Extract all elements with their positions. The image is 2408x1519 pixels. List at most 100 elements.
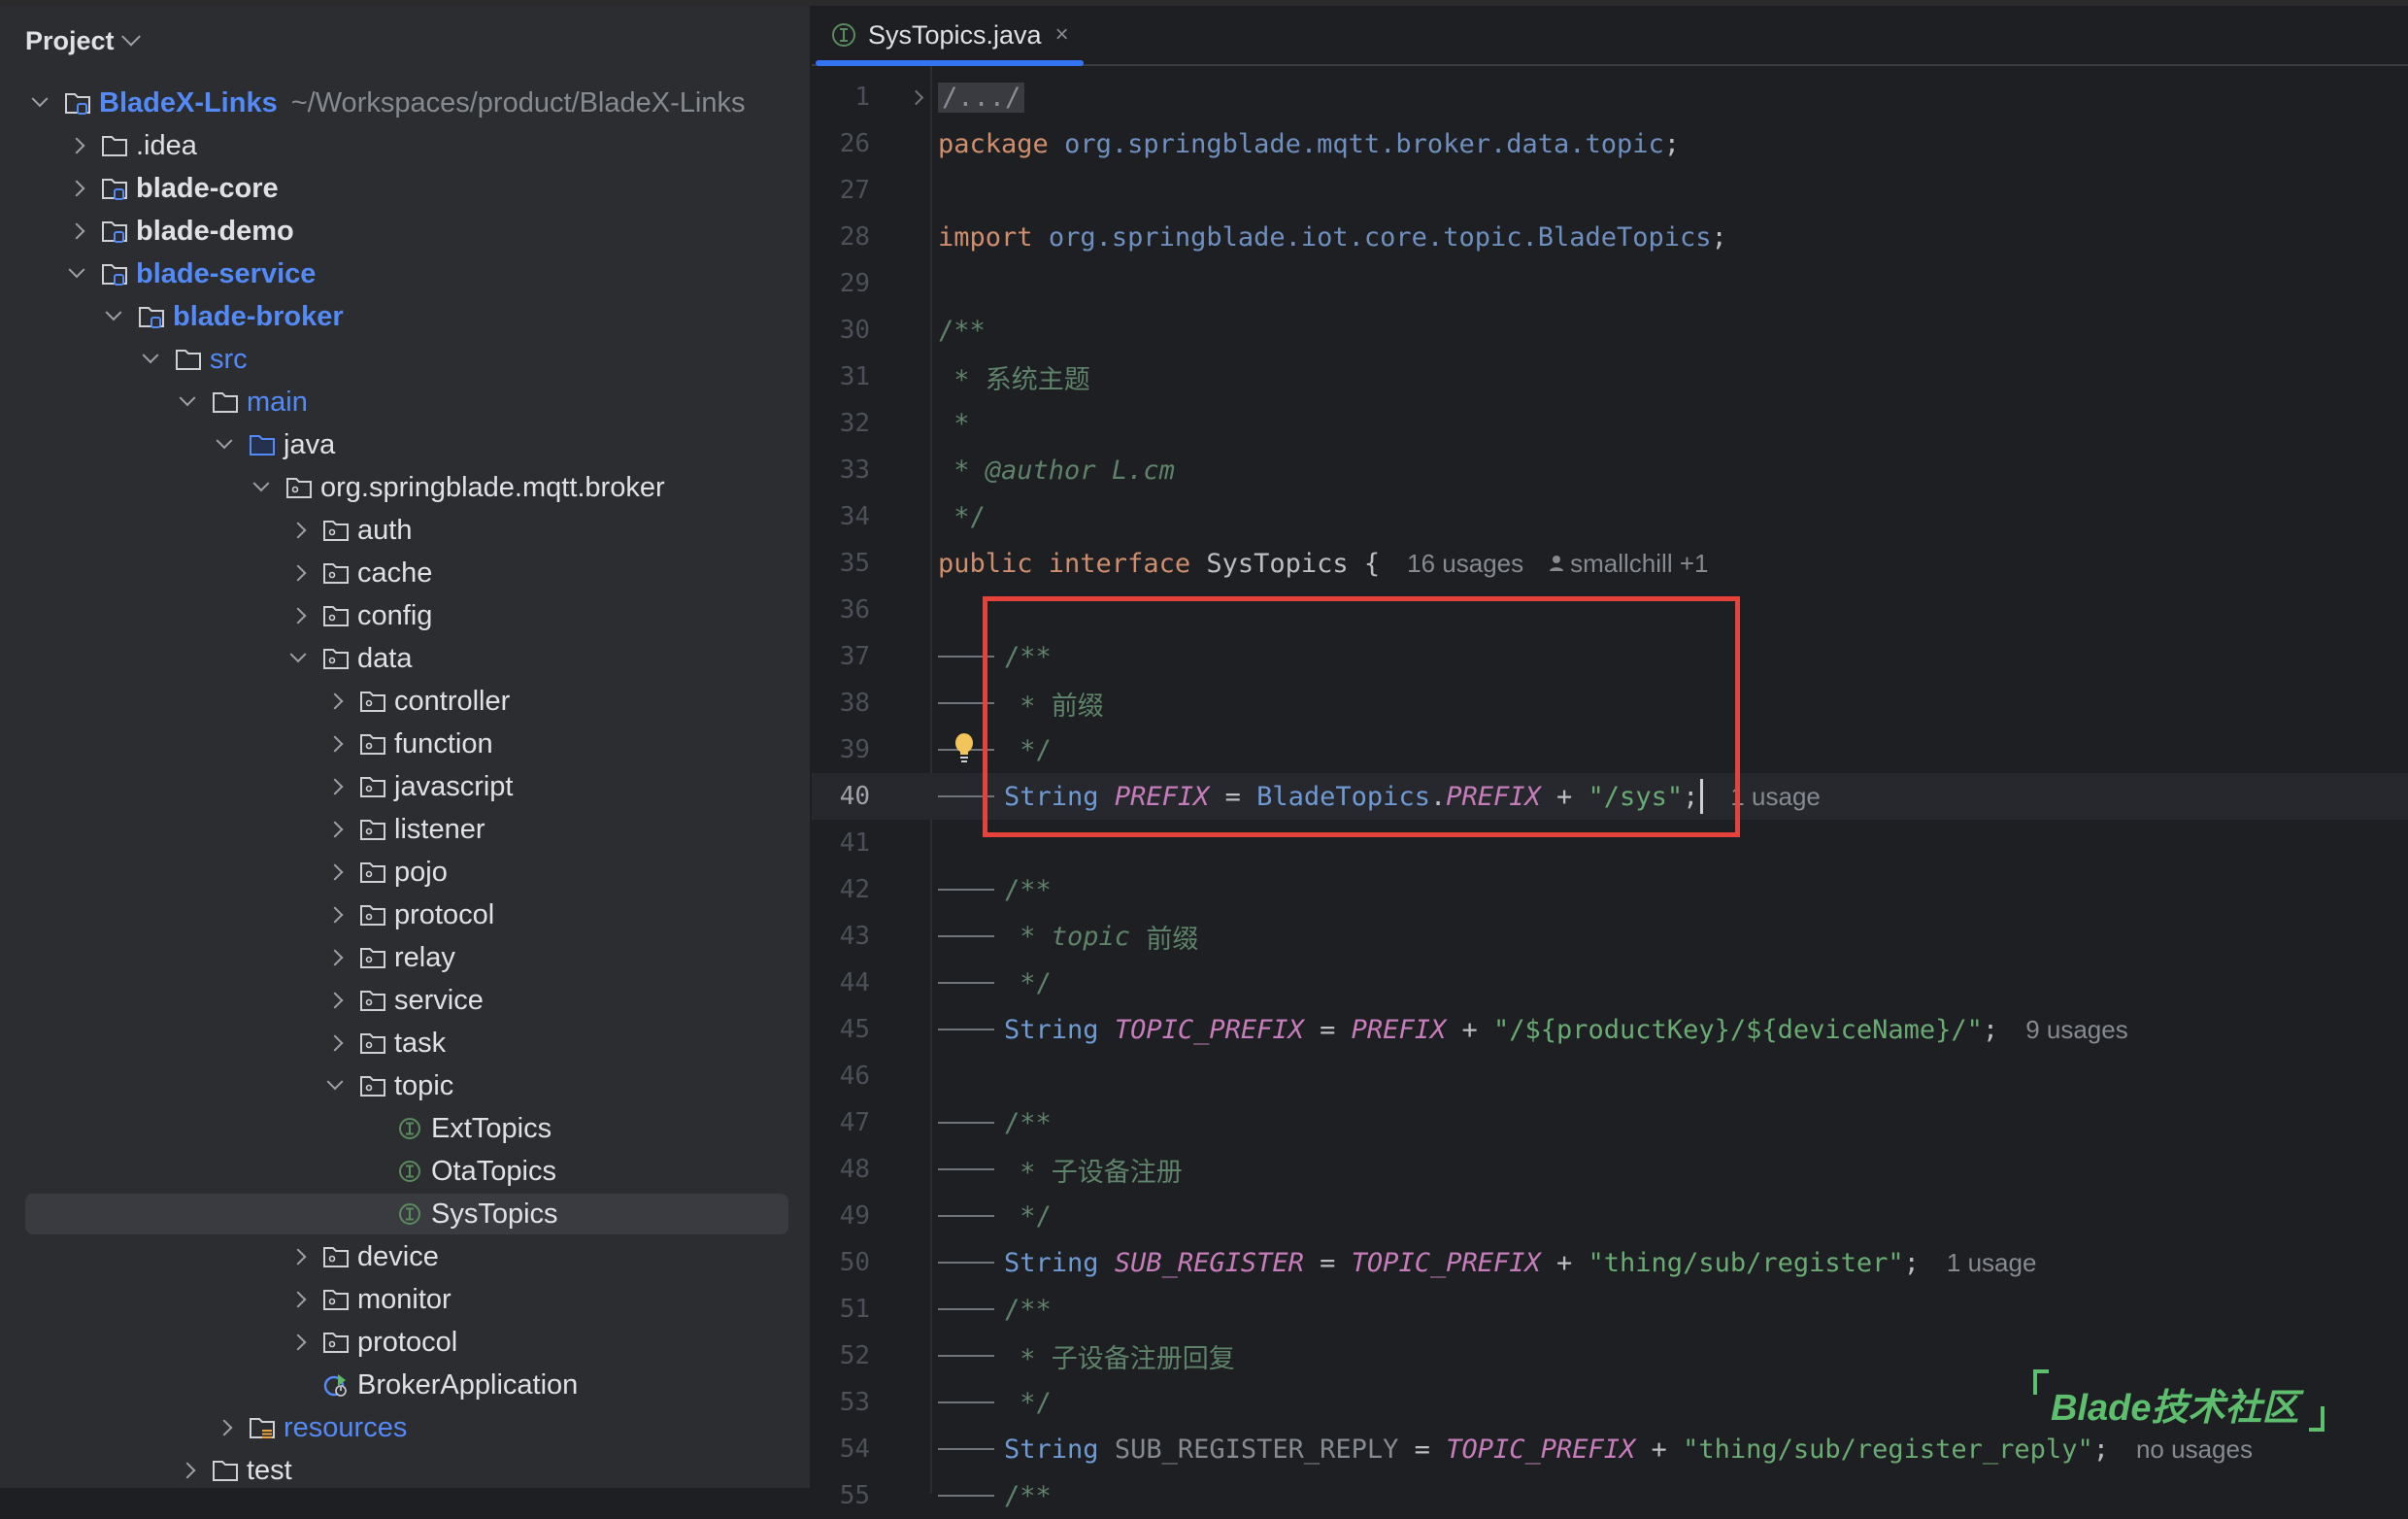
- tree-item-task[interactable]: task: [0, 1022, 810, 1064]
- code-line[interactable]: 33 * @author L.cm: [812, 447, 2408, 493]
- tree-item-test[interactable]: test: [0, 1449, 810, 1492]
- lightbulb-icon[interactable]: [953, 732, 975, 765]
- usages-inlay-hint[interactable]: 9 usages: [2025, 1015, 2128, 1045]
- code-line[interactable]: 38 * 前缀: [812, 680, 2408, 726]
- tree-item-protocol[interactable]: protocol: [0, 1321, 810, 1364]
- close-tab-icon[interactable]: ×: [1055, 21, 1069, 49]
- tree-item-java[interactable]: java: [0, 423, 810, 466]
- code-area[interactable]: 1 /.../ 26 package org.springblade.mqtt.bro…: [812, 74, 2408, 1519]
- tree-item-src[interactable]: src: [0, 338, 810, 381]
- folded-region[interactable]: /.../: [938, 82, 1025, 113]
- code-line[interactable]: 51 /**: [812, 1286, 2408, 1333]
- chevron-right-icon[interactable]: [324, 733, 346, 755]
- tree-item-monitor[interactable]: monitor: [0, 1278, 810, 1321]
- tree-item-data[interactable]: data: [0, 637, 810, 680]
- tree-item-brokerapplication[interactable]: BrokerApplication: [0, 1364, 810, 1406]
- code-line[interactable]: 41: [812, 820, 2408, 866]
- chevron-right-icon[interactable]: [66, 220, 87, 242]
- code-line[interactable]: 30 /**: [812, 307, 2408, 354]
- code-line[interactable]: 27: [812, 167, 2408, 214]
- chevron-right-icon[interactable]: [324, 904, 346, 926]
- chevron-right-icon[interactable]: [287, 562, 309, 584]
- chevron-right-icon[interactable]: [177, 1460, 198, 1481]
- chevron-right-icon[interactable]: [324, 776, 346, 797]
- code-line[interactable]: 34 */: [812, 493, 2408, 540]
- chevron-down-icon[interactable]: [251, 477, 272, 498]
- code-line[interactable]: 32 *: [812, 400, 2408, 447]
- code-line[interactable]: 35 public interface SysTopics {16 usages s…: [812, 540, 2408, 587]
- tree-item-blade-demo[interactable]: blade-demo: [0, 210, 810, 253]
- tree-item-blade-core[interactable]: blade-core: [0, 167, 810, 210]
- chevron-right-icon[interactable]: [324, 1032, 346, 1054]
- usages-inlay-hint[interactable]: 16 usages: [1407, 549, 1523, 579]
- usages-inlay-hint[interactable]: 1 usage: [1947, 1248, 2037, 1278]
- chevron-right-icon[interactable]: [287, 605, 309, 626]
- tree-item-auth[interactable]: auth: [0, 509, 810, 552]
- chevron-down-icon[interactable]: [140, 349, 161, 370]
- code-line[interactable]: 37 /**: [812, 633, 2408, 680]
- chevron-down-icon[interactable]: [66, 263, 87, 285]
- tree-item-service[interactable]: service: [0, 979, 810, 1022]
- usages-inlay-hint[interactable]: no usages: [2136, 1435, 2253, 1465]
- code-line[interactable]: 1 /.../: [812, 74, 2408, 120]
- code-line[interactable]: 28 import org.springblade.iot.core.topic.…: [812, 214, 2408, 260]
- tree-item-blade-broker[interactable]: blade-broker: [0, 295, 810, 338]
- tree-item-protocol[interactable]: protocol: [0, 894, 810, 936]
- code-line[interactable]: 36: [812, 587, 2408, 633]
- code-line[interactable]: 55 /**: [812, 1472, 2408, 1519]
- code-line[interactable]: 49 */: [812, 1193, 2408, 1239]
- chevron-right-icon[interactable]: [287, 1332, 309, 1353]
- code-line[interactable]: 48 * 子设备注册: [812, 1146, 2408, 1193]
- code-line[interactable]: 40 String PREFIX = BladeTopics. PREFIX + "…: [812, 773, 2408, 820]
- code-line[interactable]: 44 */: [812, 960, 2408, 1006]
- chevron-right-icon[interactable]: [324, 990, 346, 1011]
- chevron-down-icon[interactable]: [29, 92, 50, 114]
- chevron-right-icon[interactable]: [287, 1246, 309, 1267]
- tree-item-config[interactable]: config: [0, 594, 810, 637]
- chevron-down-icon[interactable]: [214, 434, 235, 456]
- code-line[interactable]: 39 */: [812, 726, 2408, 773]
- tree-item-cache[interactable]: cache: [0, 552, 810, 594]
- chevron-right-icon[interactable]: [287, 1289, 309, 1310]
- author-inlay-hint[interactable]: smallchill +1: [1549, 549, 1708, 579]
- fold-expand-icon[interactable]: [911, 92, 921, 103]
- chevron-down-icon[interactable]: [287, 648, 309, 669]
- tree-item-blade-service[interactable]: blade-service: [0, 253, 810, 295]
- code-line[interactable]: 50 String SUB_REGISTER = TOPIC_PREFIX + "…: [812, 1239, 2408, 1286]
- code-line[interactable]: 54 String SUB_REGISTER_REPLY = TOPIC_PREF…: [812, 1426, 2408, 1472]
- tree-item-device[interactable]: device: [0, 1235, 810, 1278]
- chevron-right-icon[interactable]: [324, 947, 346, 968]
- tab-systopics-java[interactable]: SysTopics.java ×: [821, 6, 1085, 64]
- tree-item-systopics[interactable]: SysTopics: [0, 1193, 810, 1235]
- tree-item-bladex-links[interactable]: BladeX-Links ~/Workspaces/product/BladeX-…: [0, 82, 810, 124]
- tree-item-org-springblade-mqtt-broker[interactable]: org.springblade.mqtt.broker: [0, 466, 810, 509]
- tree-item-main[interactable]: main: [0, 381, 810, 423]
- code-line[interactable]: 31 * 系统主题: [812, 354, 2408, 400]
- tree-item-idea[interactable]: .idea: [0, 124, 810, 167]
- usages-inlay-hint[interactable]: 1 usage: [1730, 782, 1821, 812]
- code-line[interactable]: 47 /**: [812, 1099, 2408, 1146]
- chevron-right-icon[interactable]: [66, 135, 87, 156]
- code-line[interactable]: 26 package org.springblade.mqtt.broker.da…: [812, 120, 2408, 167]
- tree-item-otatopics[interactable]: OtaTopics: [0, 1150, 810, 1193]
- tree-item-function[interactable]: function: [0, 723, 810, 765]
- tree-item-listener[interactable]: listener: [0, 808, 810, 851]
- project-view-selector[interactable]: Project: [25, 21, 141, 60]
- chevron-right-icon[interactable]: [324, 861, 346, 883]
- chevron-right-icon[interactable]: [66, 178, 87, 199]
- chevron-down-icon[interactable]: [324, 1075, 346, 1097]
- chevron-right-icon[interactable]: [287, 520, 309, 541]
- tree-item-topic[interactable]: topic: [0, 1064, 810, 1107]
- tree-item-exttopics[interactable]: ExtTopics: [0, 1107, 810, 1150]
- tree-item-relay[interactable]: relay: [0, 936, 810, 979]
- chevron-right-icon[interactable]: [324, 691, 346, 712]
- code-line[interactable]: 52 * 子设备注册回复: [812, 1333, 2408, 1379]
- tree-item-resources[interactable]: resources: [0, 1406, 810, 1449]
- code-line[interactable]: 42 /**: [812, 866, 2408, 913]
- chevron-down-icon[interactable]: [177, 391, 198, 413]
- tree-item-controller[interactable]: controller: [0, 680, 810, 723]
- code-line[interactable]: 29: [812, 260, 2408, 307]
- chevron-right-icon[interactable]: [214, 1417, 235, 1438]
- chevron-down-icon[interactable]: [103, 306, 124, 327]
- code-line[interactable]: 46: [812, 1053, 2408, 1099]
